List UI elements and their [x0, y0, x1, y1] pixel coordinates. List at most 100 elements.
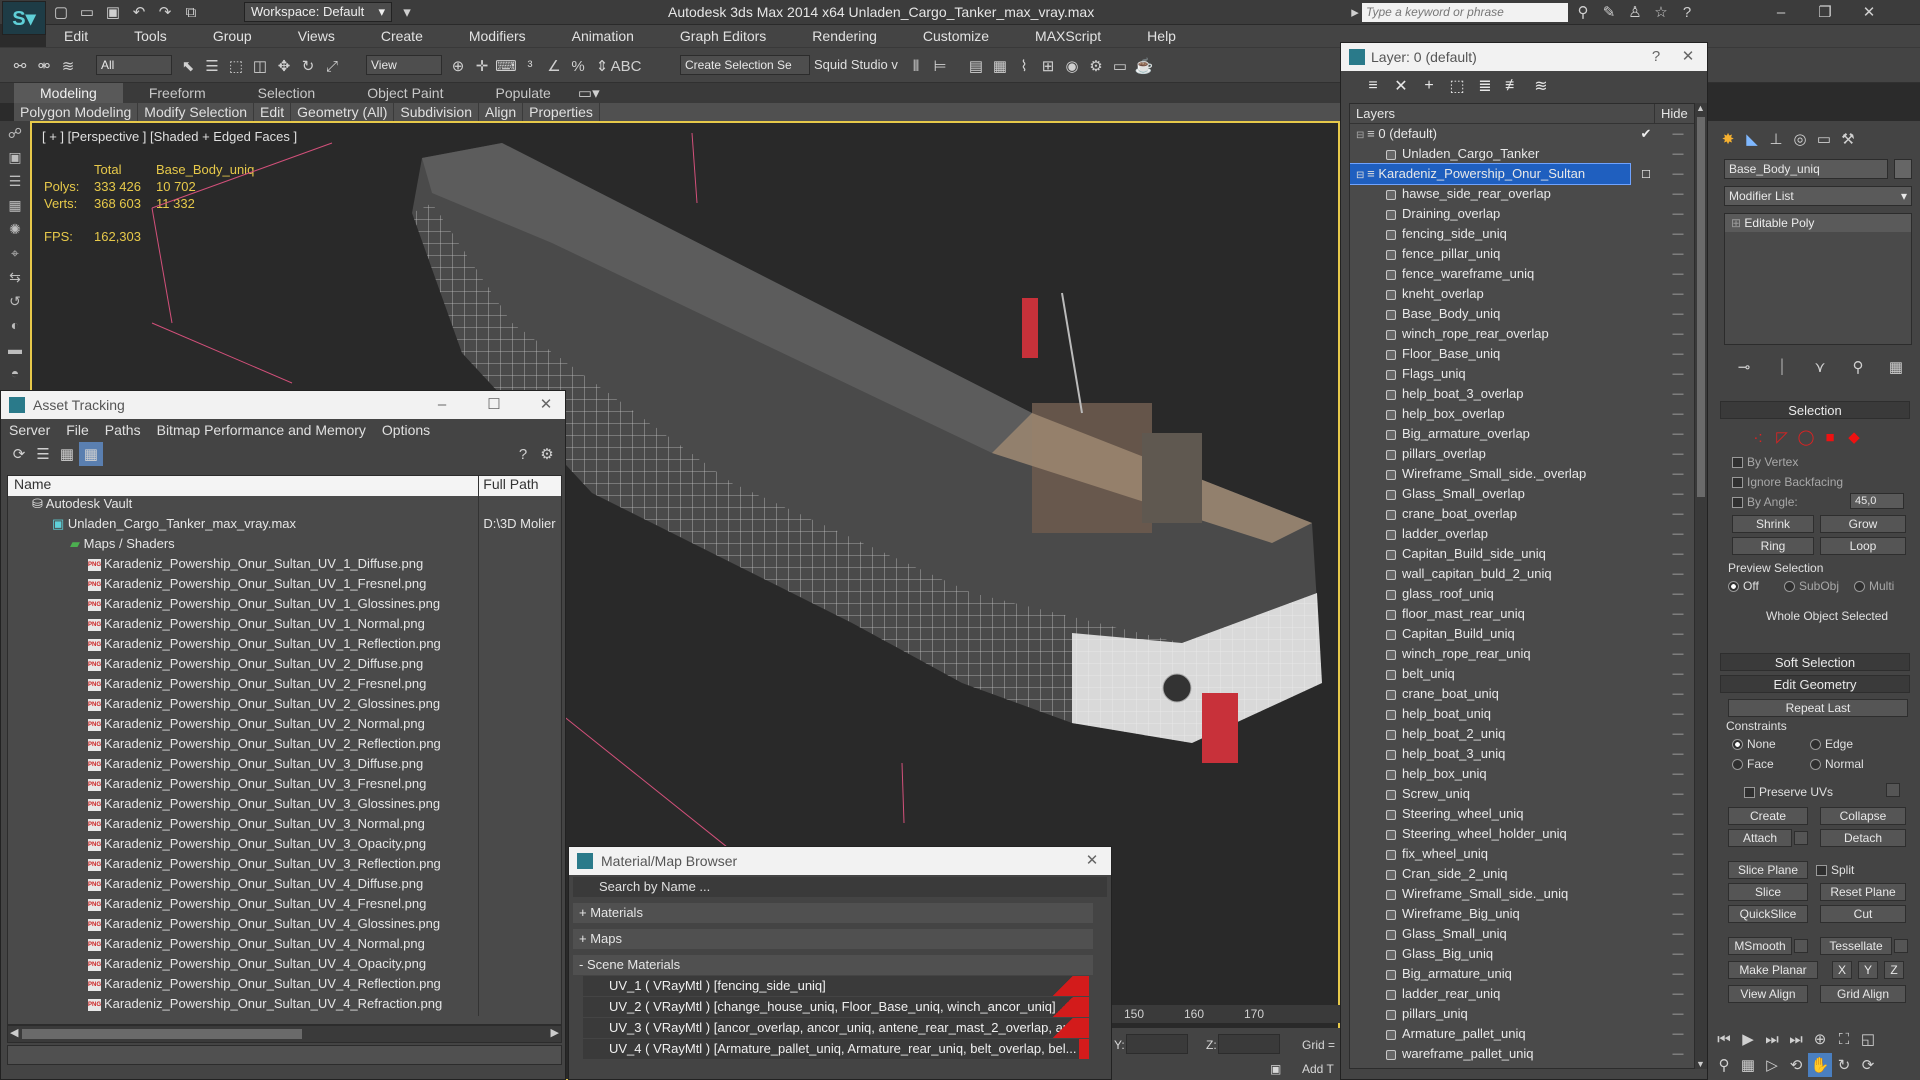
list-item[interactable]: PNG Karadeniz_Powership_Onur_Sultan_UV_4_…: [8, 976, 561, 996]
polygon-level-icon[interactable]: ■: [1818, 425, 1842, 449]
layer-object-row[interactable]: fencing_side_uniq —: [1350, 224, 1694, 244]
menu-views[interactable]: Views: [280, 28, 335, 44]
hide-toggle[interactable]: —: [1662, 708, 1694, 720]
rendered-frame-icon[interactable]: ▭: [1108, 54, 1132, 78]
save-icon[interactable]: ▣: [102, 2, 124, 22]
layer-object-row[interactable]: kneht_overlap —: [1350, 284, 1694, 304]
settings-icon[interactable]: ⚙: [535, 442, 559, 466]
hide-toggle[interactable]: —: [1662, 848, 1694, 860]
layer-object-row[interactable]: Wireframe_Big_uniq —: [1350, 904, 1694, 924]
create-tab-icon[interactable]: ✸: [1716, 127, 1740, 151]
selection-tool-icon[interactable]: ▣: [0, 145, 30, 169]
menu-tools[interactable]: Tools: [116, 28, 167, 44]
display-tab-icon[interactable]: ▭: [1812, 127, 1836, 151]
configure-modifier-icon[interactable]: ▦: [1884, 355, 1908, 379]
layer-object-row[interactable]: Steering_wheel_holder_uniq —: [1350, 824, 1694, 844]
named-selection-dropdown[interactable]: Create Selection Se: [680, 55, 810, 75]
msmooth-button[interactable]: MSmooth: [1728, 937, 1792, 955]
material-row[interactable]: UV_3 ( VRayMtl ) [ancor_overlap, ancor_u…: [583, 1018, 1089, 1038]
planar-z-button[interactable]: Z: [1884, 961, 1904, 979]
ring-button[interactable]: Ring: [1732, 537, 1814, 555]
scroll-thumb[interactable]: [22, 1029, 302, 1039]
list-item[interactable]: PNG Karadeniz_Powership_Onur_Sultan_UV_4_…: [8, 936, 561, 956]
close-icon[interactable]: ✕: [1079, 850, 1105, 872]
hide-toggle[interactable]: —: [1662, 668, 1694, 680]
edit-named-selection-icon[interactable]: ABC: [611, 54, 642, 78]
loop-button[interactable]: Loop: [1820, 537, 1906, 555]
layer-object-row[interactable]: help_box_uniq —: [1350, 764, 1694, 784]
split-checkbox[interactable]: Split: [1816, 863, 1854, 877]
hide-toggle[interactable]: —: [1662, 828, 1694, 840]
list-item[interactable]: PNG Karadeniz_Powership_Onur_Sultan_UV_4_…: [8, 956, 561, 976]
layer-object-row[interactable]: wall_capitan_buld_2_uniq —: [1350, 564, 1694, 584]
unlink-icon[interactable]: ⚮: [32, 54, 56, 78]
constraint-face-radio[interactable]: Face: [1732, 757, 1774, 771]
pan-icon[interactable]: ✋: [1808, 1053, 1832, 1077]
next-frame-icon[interactable]: ⏭: [1760, 1027, 1784, 1051]
maximize-icon[interactable]: ☐: [481, 394, 507, 416]
hide-toggle[interactable]: —: [1662, 228, 1694, 240]
layer-object-row[interactable]: Steering_wheel_uniq —: [1350, 804, 1694, 824]
layer-object-row[interactable]: wareframe_pallet_uniq —: [1350, 1044, 1694, 1064]
menu-create[interactable]: Create: [363, 28, 423, 44]
render-production-icon[interactable]: ☕: [1132, 54, 1156, 78]
list-item[interactable]: PNG Karadeniz_Powership_Onur_Sultan_UV_4_…: [8, 916, 561, 936]
minimize-icon[interactable]: –: [1770, 2, 1792, 22]
motion-tab-icon[interactable]: ◎: [1788, 127, 1812, 151]
bind-space-warp-icon[interactable]: ≋: [56, 54, 80, 78]
layer-object-row[interactable]: Capitan_Build_side_uniq —: [1350, 544, 1694, 564]
grid-tool-icon[interactable]: ▦: [0, 193, 30, 217]
layer-object-row[interactable]: fence_wareframe_uniq —: [1350, 264, 1694, 284]
go-to-end-icon[interactable]: ⏭: [1784, 1027, 1808, 1051]
attach-list-icon[interactable]: [1794, 831, 1808, 845]
favorites-star-icon[interactable]: ☆: [1650, 2, 1672, 22]
timeline-ruler[interactable]: 150 160 170: [1112, 1005, 1340, 1023]
hide-toggle[interactable]: —: [1662, 888, 1694, 900]
material-row[interactable]: UV_1 ( VRayMtl ) [fencing_side_uniq]: [583, 976, 1089, 996]
hide-all-icon[interactable]: ≢: [1499, 74, 1527, 98]
y-coord-field[interactable]: [1126, 1034, 1188, 1054]
preview-off-radio[interactable]: Off: [1728, 579, 1759, 593]
materials-group[interactable]: + Materials: [573, 903, 1093, 923]
msmooth-settings-icon[interactable]: [1794, 939, 1808, 953]
menu-maxscript[interactable]: MAXScript: [1017, 28, 1101, 44]
list-item[interactable]: PNG Karadeniz_Powership_Onur_Sultan_UV_2_…: [8, 676, 561, 696]
close-icon[interactable]: ✕: [533, 394, 559, 416]
hide-toggle[interactable]: —: [1662, 728, 1694, 740]
close-icon[interactable]: ✕: [1675, 46, 1701, 68]
list-item[interactable]: PNG Karadeniz_Powership_Onur_Sultan_UV_2_…: [8, 736, 561, 756]
hide-toggle[interactable]: —: [1662, 328, 1694, 340]
asset-menu-paths[interactable]: Paths: [105, 422, 141, 438]
view-align-button[interactable]: View Align: [1728, 985, 1808, 1003]
hide-toggle[interactable]: —: [1662, 748, 1694, 760]
z-coord-field[interactable]: [1218, 1034, 1280, 1054]
maximize-viewport-icon[interactable]: ◱: [1856, 1027, 1880, 1051]
hide-toggle[interactable]: —: [1662, 248, 1694, 260]
layer-object-row[interactable]: help_box_overlap —: [1350, 404, 1694, 424]
table-view-icon[interactable]: ▦: [55, 442, 79, 466]
asset-menu-server[interactable]: Server: [9, 422, 50, 438]
tab-object-paint[interactable]: Object Paint: [341, 83, 469, 103]
hide-toggle[interactable]: —: [1662, 628, 1694, 640]
layer-object-row[interactable]: Draining_overlap —: [1350, 204, 1694, 224]
angle-spinner[interactable]: 45,0: [1850, 493, 1904, 509]
teapot-icon[interactable]: ◓: [0, 361, 30, 385]
rotate-icon[interactable]: ↻: [296, 54, 320, 78]
pivot-center-icon[interactable]: ⊕: [446, 54, 470, 78]
maps-group[interactable]: + Maps: [573, 929, 1093, 949]
layer-row[interactable]: ⊟ ≡ 0 (default) ✔ —: [1350, 124, 1694, 144]
hide-toggle[interactable]: —: [1662, 1028, 1694, 1040]
soft-selection-rollout[interactable]: Soft Selection: [1720, 653, 1910, 671]
arc-rotate-icon[interactable]: ⟳: [1856, 1053, 1880, 1077]
material-search-input[interactable]: Search by Name ...: [573, 877, 1107, 897]
layer-row[interactable]: Unladen_Cargo_Tanker —: [1350, 144, 1694, 164]
layer-object-row[interactable]: glass_roof_uniq —: [1350, 584, 1694, 604]
modifier-list-dropdown[interactable]: Modifier List ▾: [1724, 186, 1912, 206]
select-objects-icon[interactable]: ⬚: [1443, 74, 1471, 98]
list-item[interactable]: PNG Karadeniz_Powership_Onur_Sultan_UV_1_…: [8, 616, 561, 636]
snaps-toggle-icon[interactable]: ³: [518, 54, 542, 78]
close-icon[interactable]: ✕: [1858, 2, 1880, 22]
list-item[interactable]: PNG Karadeniz_Powership_Onur_Sultan_UV_2_…: [8, 696, 561, 716]
expand-icon[interactable]: ⊞: [1731, 216, 1744, 230]
redo-icon[interactable]: ↷: [154, 2, 176, 22]
